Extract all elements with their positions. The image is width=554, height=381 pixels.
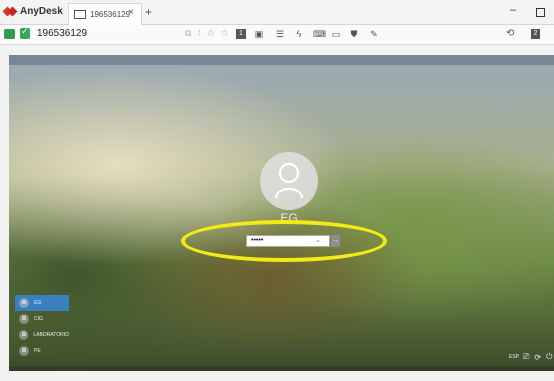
accessibility-icon[interactable]: ⟳ <box>534 353 541 362</box>
user-item-eg[interactable]: EG <box>15 295 69 311</box>
minimize-button[interactable]: – <box>510 4 516 16</box>
display-number-button[interactable]: 1 <box>236 29 246 39</box>
maximize-button[interactable] <box>536 8 545 17</box>
user-icon <box>19 298 29 308</box>
app-name: AnyDesk <box>20 6 63 17</box>
pen-icon[interactable]: ✎ <box>369 29 379 39</box>
network-icon[interactable]: ⎚ <box>523 352 529 362</box>
chat-icon[interactable]: ☰ <box>275 29 285 39</box>
language-indicator[interactable]: ESP <box>509 354 519 360</box>
history-icon[interactable]: ⟲ <box>506 28 514 39</box>
verified-icon[interactable] <box>20 26 30 39</box>
shield-icon[interactable]: ⛊ <box>349 29 359 39</box>
monitor-icon <box>74 10 86 19</box>
user-icon <box>19 346 29 356</box>
highlight-annotation <box>181 220 387 262</box>
app-branding: AnyDesk <box>4 5 63 18</box>
user-avatar-icon <box>274 162 304 199</box>
user-item-laboratorio[interactable]: LABORATORIO <box>15 327 69 343</box>
lightning-icon[interactable]: ϟ <box>294 29 304 39</box>
session-toolbar: 196536129 ⧉ ⁞ ☆ ☆ 1 ▣ ☰ ϟ ⌨ ▭ ⛊ ✎ ⟲ 2 <box>0 25 554 45</box>
window-titlebar: AnyDesk 196536129 × + – <box>0 0 554 25</box>
keyboard-icon[interactable]: ⌨ <box>313 29 326 39</box>
address-bar-icons: ⧉ ⁞ ☆ ☆ <box>185 28 231 38</box>
monitor-view-icon[interactable]: ▭ <box>331 29 341 39</box>
remote-screen[interactable]: EG ••••• ⌄ → EG CIG LABORATORIO PE ESP ⎚… <box>9 55 554 371</box>
close-tab-button[interactable]: × <box>128 7 134 18</box>
user-icon <box>19 330 29 340</box>
display-icon[interactable]: ▣ <box>254 29 264 39</box>
connection-icon[interactable] <box>4 29 15 39</box>
user-item-cig[interactable]: CIG <box>15 311 69 327</box>
user-switcher-list: EG CIG LABORATORIO PE <box>15 295 69 359</box>
user-icon <box>19 314 29 324</box>
user-avatar <box>260 152 318 210</box>
power-icon[interactable]: ⏻ <box>546 352 552 362</box>
anydesk-logo-icon <box>4 5 17 18</box>
session-tab-label: 196536129 <box>90 10 131 19</box>
user-item-label: CIG <box>34 316 43 322</box>
right-badge-button[interactable]: 2 <box>531 29 540 39</box>
system-tray: ESP ⎚ ⟳ ⏻ <box>509 352 554 362</box>
user-item-label: PE <box>34 348 41 354</box>
user-item-pe[interactable]: PE <box>15 343 69 359</box>
address-field[interactable]: 196536129 <box>37 28 87 39</box>
user-item-label: EG <box>34 300 42 306</box>
user-item-label: LABORATORIO <box>33 332 69 338</box>
remote-top-edge <box>9 55 554 65</box>
new-tab-button[interactable]: + <box>145 5 152 19</box>
remote-bottom-edge <box>9 366 554 371</box>
